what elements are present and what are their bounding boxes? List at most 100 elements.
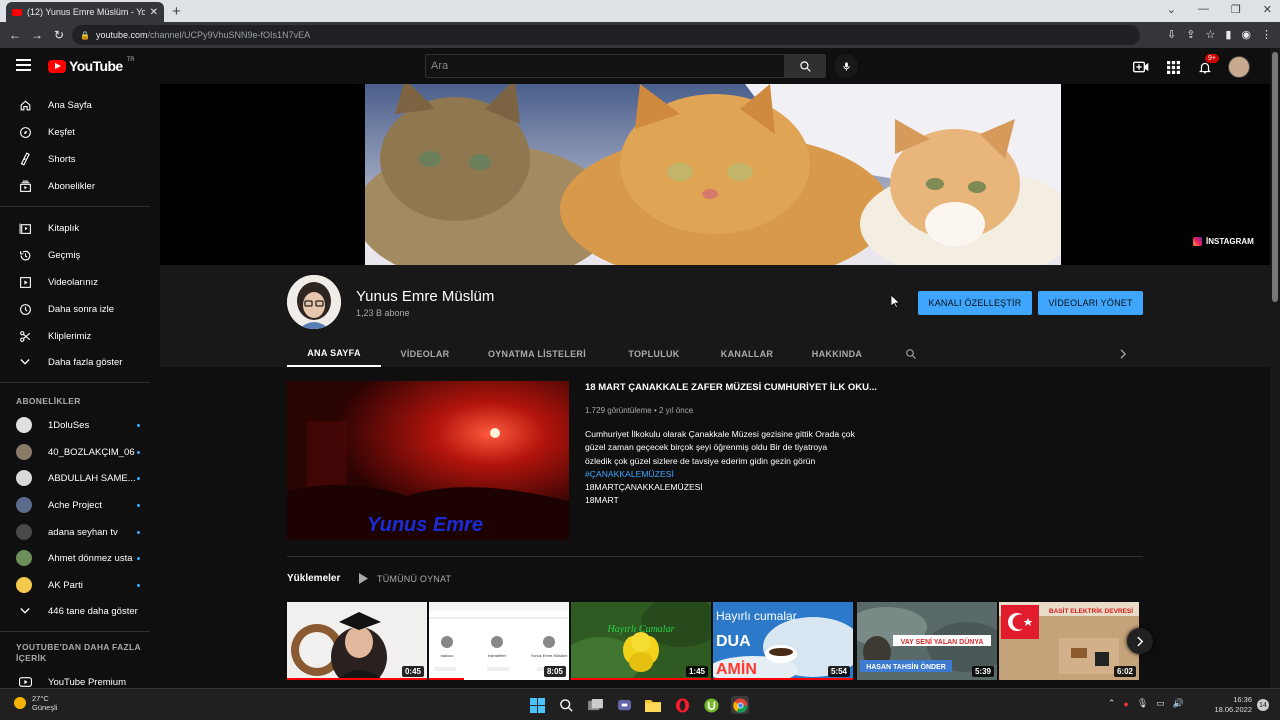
tray-app-icon[interactable]: ● [1123, 699, 1128, 709]
uploads-heading[interactable]: Yüklemeler [287, 573, 340, 584]
page-scrollbar[interactable] [1270, 48, 1280, 688]
video-thumbnail[interactable]: 0:45 [287, 602, 427, 680]
video-thumbnail[interactable]: radiocc hamdefter Yunus Emre Müslüm 8:05 [429, 602, 569, 680]
manage-videos-button[interactable]: VİDEOLARI YÖNET [1038, 291, 1143, 315]
task-view-icon[interactable] [586, 696, 604, 714]
instagram-link[interactable]: İNSTAGRAM [1193, 237, 1254, 246]
minimize-button[interactable]: — [1198, 3, 1209, 16]
notifications-bell-icon[interactable]: 9+ [1196, 54, 1219, 76]
opera-browser-icon[interactable] [673, 696, 691, 714]
sidebar-item-shorts[interactable]: Shorts [0, 146, 160, 172]
notification-badge: 9+ [1205, 54, 1219, 63]
video-thumbnail[interactable]: Hayırlı cumalar DUA AMİN 5:54 [713, 602, 853, 680]
file-explorer-icon[interactable] [644, 696, 662, 714]
apps-grid-icon[interactable] [1164, 58, 1182, 76]
teams-chat-icon[interactable] [615, 696, 633, 714]
thumbnail-caption: HASAN TAHSİN ÖNDER [866, 662, 946, 671]
close-tab-icon[interactable]: ✕ [150, 7, 158, 18]
bookmark-star-icon[interactable]: ☆ [1205, 28, 1215, 41]
create-video-icon[interactable] [1132, 58, 1150, 76]
shorts-icon [18, 152, 32, 166]
tab-search-icon[interactable]: ⌄ [1167, 3, 1176, 16]
torrent-app-icon[interactable] [702, 696, 720, 714]
sidebar-item-library[interactable]: Kitaplık [0, 215, 160, 241]
share-icon[interactable]: ⇪ [1186, 28, 1195, 41]
chrome-browser-icon[interactable] [731, 696, 749, 714]
browser-tab[interactable]: (12) Yunus Emre Müslüm - YouTube ✕ [6, 2, 164, 22]
play-all-button[interactable]: TÜMÜNÜ OYNAT [359, 573, 451, 584]
video-duration: 0:45 [401, 666, 424, 677]
subscription-item[interactable]: AK Parti [0, 572, 160, 598]
tabs-next-arrow-icon[interactable] [1113, 340, 1133, 367]
video-duration: 6:02 [1113, 666, 1136, 677]
account-avatar[interactable] [1228, 56, 1250, 78]
sidebar-item-premium[interactable]: YouTube Premium [0, 669, 160, 688]
thumbnail-caption: Hayırlı Cumalar [607, 624, 675, 635]
tab-playlists[interactable]: OYNATMA LİSTELERİ [477, 340, 597, 367]
subscription-item[interactable]: 1DoluSes [0, 412, 160, 438]
scrollbar-thumb[interactable] [1272, 52, 1278, 302]
windows-start-icon[interactable] [528, 696, 546, 714]
voice-search-button[interactable] [834, 54, 858, 78]
carousel-next-button[interactable] [1127, 628, 1153, 654]
tab-channels[interactable]: KANALLAR [707, 340, 787, 367]
microphone-tray-icon[interactable]: 🎙 [1137, 698, 1148, 709]
customize-channel-button[interactable]: KANALI ÖZELLEŞTİR [918, 291, 1032, 315]
back-button[interactable]: ← [4, 28, 26, 42]
subscription-item[interactable]: Ahmet dönmez usta [0, 545, 160, 571]
sidebar-item-history[interactable]: Geçmiş [0, 242, 160, 268]
browser-menu-icon[interactable]: ⋮ [1261, 28, 1272, 41]
taskbar-clock[interactable]: 16:36 18.06.2022 [1214, 695, 1252, 715]
sidebar-item-label: Kitaplık [48, 222, 80, 234]
forward-button[interactable]: → [26, 28, 48, 42]
taskbar-search-icon[interactable] [557, 696, 575, 714]
sidebar-item-home[interactable]: Ana Sayfa [0, 92, 160, 118]
channel-search-icon[interactable] [899, 340, 923, 367]
youtube-logo[interactable]: YouTube TR [48, 57, 135, 74]
featured-video-title[interactable]: 18 MART ÇANAKKALE ZAFER MÜZESİ CUMHURİYE… [585, 382, 885, 393]
sidebar-divider [0, 382, 150, 383]
sidepanel-icon[interactable]: ▮ [1225, 28, 1231, 41]
profile-icon[interactable]: ◉ [1241, 28, 1251, 41]
system-tray: ⌃ ● 🎙 ▭ 🔊 [1108, 698, 1184, 709]
tab-about[interactable]: HAKKINDA [799, 340, 875, 367]
hamburger-menu-icon[interactable] [16, 59, 31, 71]
close-window-button[interactable]: ✕ [1263, 3, 1272, 16]
sidebar-show-more[interactable]: Daha fazla göster [0, 349, 160, 375]
speaker-icon[interactable]: 🔊 [1173, 698, 1184, 709]
weather-widget[interactable]: 27°C Güneşli [14, 694, 57, 712]
channel-avatar [16, 524, 32, 540]
restore-button[interactable]: ❐ [1231, 3, 1241, 16]
new-tab-button[interactable]: + [172, 3, 181, 20]
search-input[interactable]: Ara [425, 54, 785, 78]
notification-center-badge[interactable]: 14 [1257, 699, 1269, 711]
subscription-item[interactable]: adana seyhan tv [0, 519, 160, 545]
sidebar-item-watch-later[interactable]: Daha sonra izle [0, 296, 160, 322]
url-input[interactable]: 🔒 youtube.com/channel/UCPy9VhuSNN9e-fOIs… [72, 25, 1140, 45]
subscription-item[interactable]: ABDULLAH SAME... [0, 465, 160, 491]
show-more-subscriptions[interactable]: 446 tane daha göster [0, 598, 160, 624]
video-thumbnail[interactable]: Hayırlı Cumalar 1:45 [571, 602, 711, 680]
tray-overflow-icon[interactable]: ⌃ [1108, 698, 1116, 709]
reload-button[interactable]: ↻ [48, 28, 70, 42]
channel-avatar [16, 417, 32, 433]
subscription-item[interactable]: 40_BOZLAKÇIM_06 [0, 439, 160, 465]
sidebar-item-explore[interactable]: Keşfet [0, 119, 160, 145]
tab-videos[interactable]: VİDEOLAR [390, 340, 460, 367]
search-icon [799, 60, 811, 72]
subscription-item[interactable]: Ache Project [0, 492, 160, 518]
video-thumbnail[interactable]: VAY SENİ YALAN DÜNYA HASAN TAHSİN ÖNDER … [857, 602, 997, 680]
tab-community[interactable]: TOPLULUK [614, 340, 694, 367]
hashtag-link[interactable]: #ÇANAKKALEMÜZESİ [585, 468, 855, 481]
featured-video-thumbnail[interactable]: Yunus Emre [287, 381, 569, 540]
video-thumbnail[interactable]: BASİT ELEKTRİK DEVRESİ 6:02 [999, 602, 1139, 680]
tab-home[interactable]: ANA SAYFA [287, 340, 381, 367]
install-icon[interactable]: ⇩ [1167, 28, 1176, 41]
sidebar-item-clips[interactable]: Kliplerimiz [0, 323, 160, 349]
network-icon[interactable]: ▭ [1156, 698, 1165, 709]
new-content-dot [137, 556, 140, 560]
sidebar-item-subscriptions[interactable]: Abonelikler [0, 173, 160, 199]
sidebar-item-label: Abonelikler [48, 180, 95, 192]
sidebar-item-your-videos[interactable]: Videolarınız [0, 269, 160, 295]
search-button[interactable] [784, 54, 826, 78]
